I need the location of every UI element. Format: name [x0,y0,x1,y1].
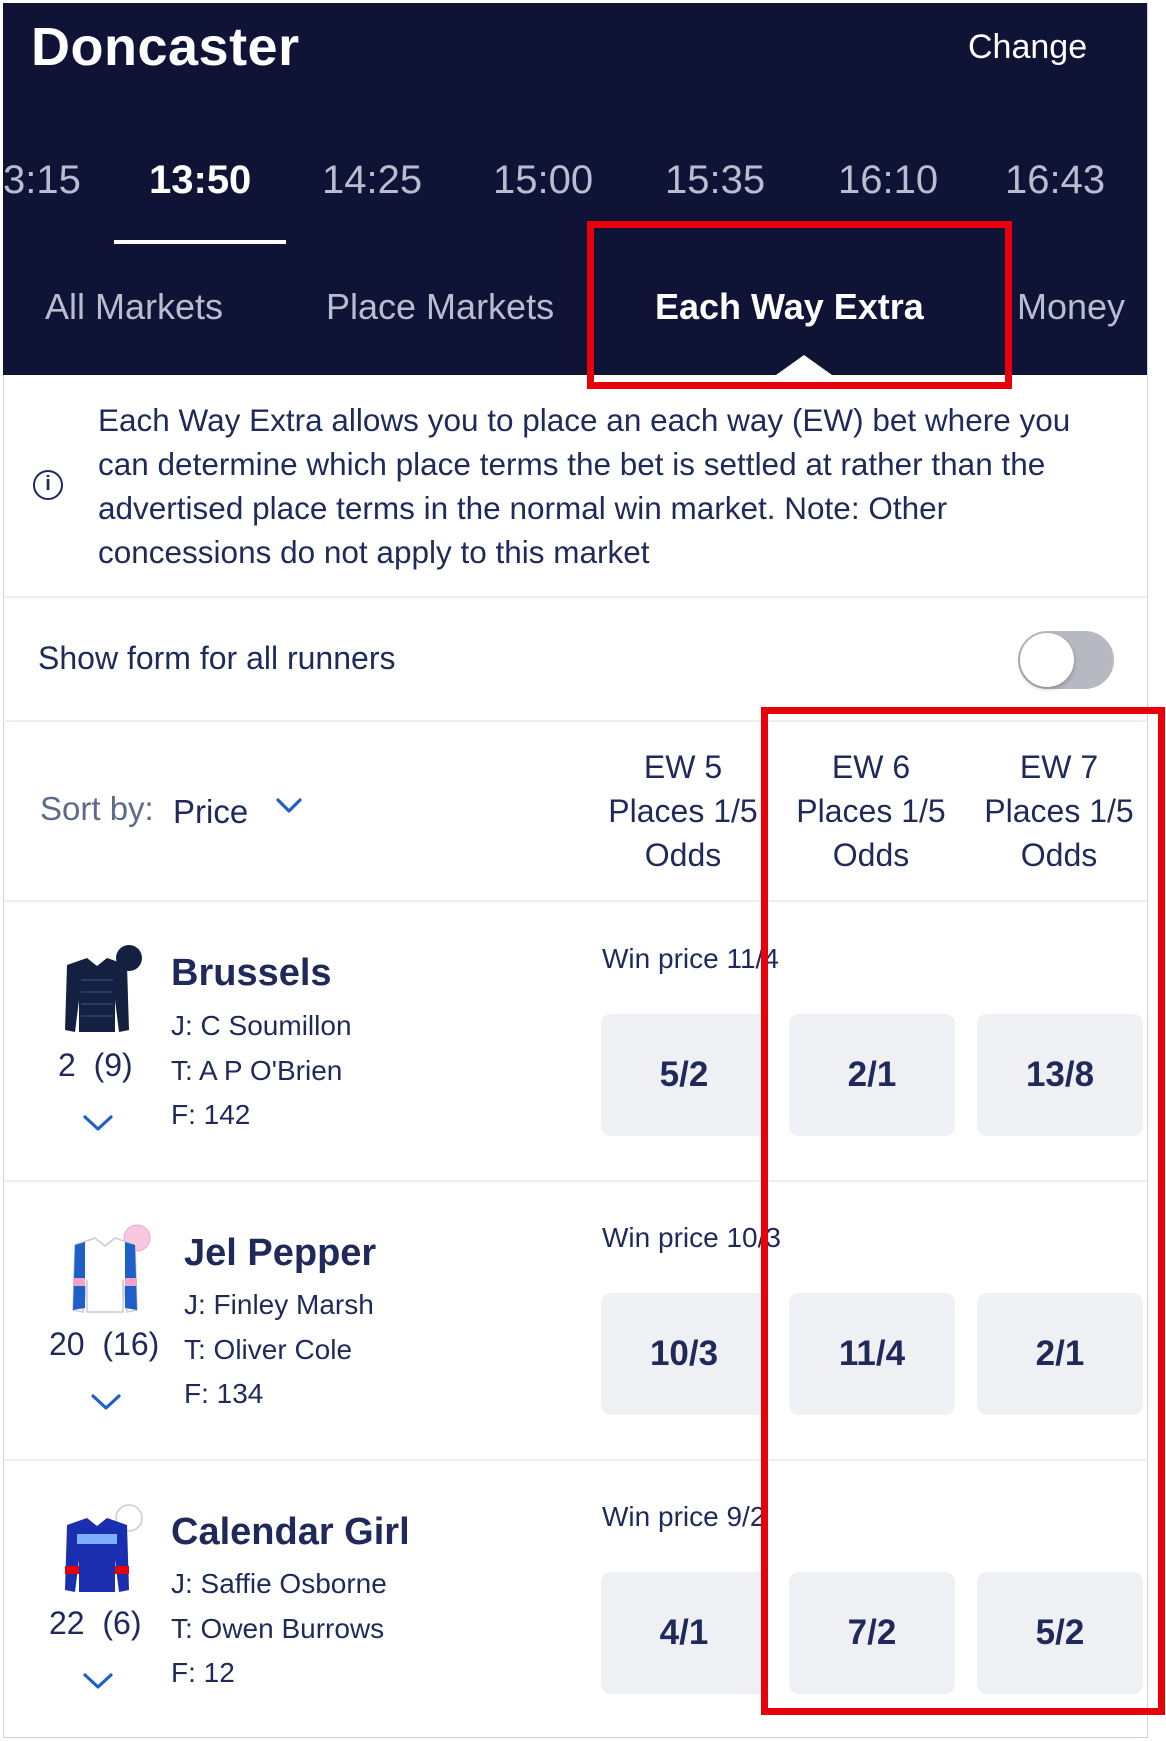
chevron-down-icon[interactable] [89,1391,123,1413]
runner-name[interactable]: Calendar Girl [171,1511,410,1554]
tab-all-markets[interactable]: All Markets [45,286,223,328]
chevron-down-icon[interactable] [81,1112,115,1134]
sort-dropdown[interactable]: Price [173,793,248,831]
divider [5,900,1146,902]
column-header-line: Odds [832,837,910,873]
runner-number-value: 2 [58,1047,76,1083]
jockey-silks-icon [65,1504,143,1592]
runner-name[interactable]: Jel Pepper [184,1232,376,1275]
runner-jockey: J: Finley Marsh [184,1289,374,1320]
tab-each-way-extra[interactable]: Each Way Extra [655,286,924,328]
divider [5,720,1146,722]
runner-form: F: 142 [171,1099,251,1130]
column-header-line: Places 1/5 [608,793,758,829]
runner-draw: (6) [102,1605,142,1641]
show-form-toggle[interactable] [1018,631,1114,689]
odds-button[interactable]: 2/1 [789,1014,955,1136]
tab-place-markets[interactable]: Place Markets [326,286,554,328]
active-tab-caret [776,355,832,375]
column-header-ew6: EW 6 Places 1/5 Odds [786,745,956,877]
jockey-silks-icon [65,945,142,1032]
odds-button[interactable]: 7/2 [789,1572,955,1694]
runner-number: 22 (6) [49,1605,141,1642]
chevron-down-icon[interactable] [81,1670,115,1692]
sort-label: Sort by: [40,790,154,827]
odds-button[interactable]: 11/4 [789,1293,955,1415]
runner-trainer: T: A P O'Brien [171,1055,343,1086]
tab-time-1500[interactable]: 15:00 [493,158,593,203]
runner-trainer: T: Owen Burrows [171,1613,385,1644]
runner-number: 2 (9) [58,1047,133,1084]
column-header-ew5: EW 5 Places 1/5 Odds [598,745,768,877]
odds-button[interactable]: 10/3 [601,1293,767,1415]
win-price: Win price 10/3 [602,1222,781,1253]
runner-number: 20 (16) [49,1326,159,1363]
tab-time-1610[interactable]: 16:10 [838,158,938,203]
divider [5,1180,1146,1182]
column-header-line: Odds [1020,837,1098,873]
odds-button[interactable]: 2/1 [977,1293,1143,1415]
column-header-line: EW 6 [831,749,911,785]
tab-money[interactable]: Money [1017,286,1125,328]
column-header-line: Odds [644,837,722,873]
runner-jockey: J: Saffie Osborne [171,1568,387,1599]
venue-title: Doncaster [31,17,300,77]
tab-time-1643[interactable]: 16:43 [1005,158,1105,203]
odds-button[interactable]: 4/1 [601,1572,767,1694]
divider [5,1459,1146,1461]
jockey-silks-icon [72,1224,151,1313]
tab-time-1425[interactable]: 14:25 [322,158,422,203]
info-icon: i [33,470,63,500]
runner-jockey: J: C Soumillon [171,1010,352,1041]
tab-time-1535[interactable]: 15:35 [665,158,765,203]
runner-trainer: T: Oliver Cole [184,1334,353,1365]
market-info-text: Each Way Extra allows you to place an ea… [98,402,1071,570]
column-header-line: EW 7 [1019,749,1099,785]
runner-number-value: 20 [49,1326,85,1362]
win-price: Win price 11/4 [602,943,779,974]
runner-number-value: 22 [49,1605,85,1641]
column-header-line: Places 1/5 [984,793,1134,829]
column-header-line: Places 1/5 [796,793,946,829]
runner-draw: (16) [102,1326,160,1362]
runner-form: F: 134 [184,1378,264,1409]
odds-button[interactable]: 5/2 [977,1572,1143,1694]
odds-button[interactable]: 13/8 [977,1014,1143,1136]
toggle-knob [1020,633,1074,687]
divider [5,596,1146,598]
tab-time-1315[interactable]: 3:15 [3,158,81,203]
column-header-line: EW 5 [643,749,723,785]
chevron-down-icon[interactable] [274,791,304,821]
show-form-label: Show form for all runners [38,640,396,676]
column-header-ew7: EW 7 Places 1/5 Odds [974,745,1144,877]
active-time-indicator [114,240,286,244]
runner-form: F: 12 [171,1657,235,1688]
change-venue-button[interactable]: Change [968,28,1087,67]
runner-name[interactable]: Brussels [171,952,332,995]
market-tabs: All Markets Place Markets Each Way Extra… [0,286,1144,336]
runner-draw: (9) [93,1047,133,1083]
odds-button[interactable]: 5/2 [601,1014,767,1136]
win-price: Win price 9/2 [602,1501,766,1532]
race-time-tabs: 3:15 13:50 14:25 15:00 15:35 16:10 16:43 [0,158,1144,218]
tab-time-1350[interactable]: 13:50 [149,158,251,203]
